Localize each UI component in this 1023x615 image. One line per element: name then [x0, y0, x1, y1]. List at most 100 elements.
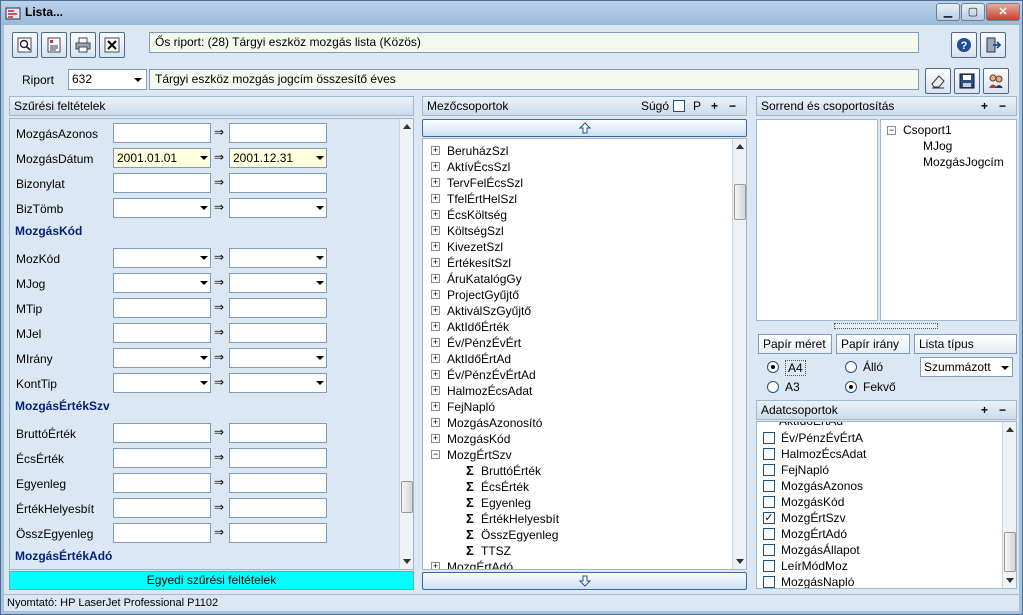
- field-group-item[interactable]: KivezetSzl: [447, 239, 503, 255]
- landscape-radio[interactable]: [845, 381, 857, 393]
- data-group-checkbox[interactable]: ✓: [763, 512, 775, 524]
- expand-icon[interactable]: +: [431, 306, 440, 315]
- expand-icon[interactable]: +: [431, 146, 440, 155]
- list-type-tab[interactable]: Lista típus: [914, 334, 1017, 354]
- filter-to-input[interactable]: [229, 373, 327, 393]
- filter-to-input[interactable]: [229, 523, 327, 543]
- save-button[interactable]: [954, 68, 980, 94]
- field-group-item[interactable]: KöltségSzl: [447, 223, 504, 239]
- filter-to-input[interactable]: [229, 323, 327, 343]
- scroll-down-icon[interactable]: [736, 559, 744, 564]
- excel-export-button[interactable]: [99, 32, 125, 58]
- expand-icon[interactable]: +: [431, 290, 440, 299]
- expand-icon[interactable]: +: [431, 258, 440, 267]
- data-group-checkbox[interactable]: [763, 560, 775, 572]
- field-group-item[interactable]: Év/PénzÉvÉrtAd: [447, 367, 536, 383]
- expand-icon[interactable]: +: [431, 354, 440, 363]
- field-groups-scroll-down-button[interactable]: [422, 572, 747, 590]
- filter-from-input[interactable]: [113, 323, 211, 343]
- exit-button[interactable]: [980, 32, 1006, 58]
- a3-radio[interactable]: [767, 381, 779, 393]
- filter-from-input[interactable]: [113, 348, 211, 368]
- filter-to-input[interactable]: [229, 123, 327, 143]
- field-group-item[interactable]: Év/PénzÉvÉrt: [447, 335, 521, 351]
- expand-icon[interactable]: +: [431, 338, 440, 347]
- filter-to-input[interactable]: 2001.12.31: [229, 148, 327, 168]
- filter-to-input[interactable]: [229, 248, 327, 268]
- field-sub-item[interactable]: ÖsszEgyenleg: [481, 527, 558, 543]
- expand-icon[interactable]: +: [431, 386, 440, 395]
- scroll-up-icon[interactable]: [736, 144, 744, 149]
- filter-to-input[interactable]: [229, 348, 327, 368]
- field-group-item[interactable]: BeruházSzl: [447, 143, 508, 159]
- field-group-item[interactable]: ÉrtékesítSzl: [447, 255, 511, 271]
- field-group-item[interactable]: FejNapló: [447, 399, 495, 415]
- group-child-mjog[interactable]: MJog: [923, 138, 952, 154]
- riport-name-field[interactable]: Tárgyi eszköz mozgás jogcím összesítő év…: [149, 69, 919, 90]
- splitter-handle[interactable]: [834, 323, 938, 329]
- scroll-up-icon[interactable]: [403, 124, 411, 129]
- scroll-down-icon[interactable]: [1006, 578, 1014, 583]
- field-tree-scrollbar[interactable]: [732, 139, 746, 569]
- expand-icon[interactable]: +: [431, 434, 440, 443]
- filter-from-input[interactable]: [113, 198, 211, 218]
- filter-to-input[interactable]: [229, 198, 327, 218]
- data-groups-scroll-thumb[interactable]: [1004, 532, 1016, 572]
- expand-icon[interactable]: +: [431, 274, 440, 283]
- field-group-item[interactable]: MozgásAzonosító: [447, 415, 542, 431]
- field-group-item[interactable]: TervFelÉcsSzl: [447, 175, 523, 191]
- filter-from-input[interactable]: [113, 173, 211, 193]
- field-group-item[interactable]: MozgÉrtAdó: [447, 559, 513, 569]
- expand-icon[interactable]: +: [431, 322, 440, 331]
- data-group-checkbox[interactable]: [763, 544, 775, 556]
- data-group-checkbox[interactable]: [763, 496, 775, 508]
- data-group-checkbox[interactable]: [763, 448, 775, 460]
- field-group-item[interactable]: AktIdőÉrtAd: [447, 351, 511, 367]
- field-sub-item[interactable]: ÉrtékHelyesbít: [481, 511, 559, 527]
- expand-icon[interactable]: +: [431, 178, 440, 187]
- field-sub-item[interactable]: Egyenleg: [481, 495, 531, 511]
- field-group-item[interactable]: TfelÉrtHelSzl: [447, 191, 517, 207]
- filter-from-input[interactable]: [113, 373, 211, 393]
- paper-size-tab[interactable]: Papír méret: [758, 334, 832, 354]
- data-group-checkbox[interactable]: [763, 480, 775, 492]
- expand-icon[interactable]: +: [431, 402, 440, 411]
- field-tree-scroll-thumb[interactable]: [734, 184, 746, 220]
- search-button[interactable]: [12, 32, 38, 58]
- riport-code-combo[interactable]: 632: [68, 69, 147, 90]
- group-child-mozgasjogcim[interactable]: MozgásJogcím: [923, 154, 1004, 170]
- field-sub-item[interactable]: BruttóÉrték: [481, 463, 541, 479]
- group-root[interactable]: Csoport1: [903, 122, 952, 138]
- minimize-button[interactable]: ▁: [936, 3, 960, 21]
- filter-from-input[interactable]: [113, 298, 211, 318]
- filter-from-input[interactable]: [113, 498, 211, 518]
- users-button[interactable]: [983, 68, 1009, 94]
- field-group-item[interactable]: ÉcsKöltség: [447, 207, 507, 223]
- expand-icon[interactable]: +: [431, 242, 440, 251]
- filter-scrollbar[interactable]: [399, 119, 413, 569]
- expand-icon[interactable]: +: [431, 226, 440, 235]
- filter-to-input[interactable]: [229, 473, 327, 493]
- field-group-item[interactable]: ProjectGyűjtő: [447, 287, 519, 303]
- field-group-item[interactable]: AktIdőÉrték: [447, 319, 509, 335]
- filter-from-input[interactable]: [113, 123, 211, 143]
- field-sub-item[interactable]: ÉcsÉrték: [481, 479, 529, 495]
- filter-from-input[interactable]: 2001.01.01: [113, 148, 211, 168]
- collapse-icon[interactable]: −: [431, 450, 440, 459]
- field-group-item[interactable]: ÁruKatalógGy: [447, 271, 522, 287]
- expand-icon[interactable]: +: [431, 194, 440, 203]
- data-group-checkbox[interactable]: [763, 576, 775, 588]
- filter-from-input[interactable]: [113, 523, 211, 543]
- filter-from-input[interactable]: [113, 273, 211, 293]
- field-group-item[interactable]: MozgÉrtSzv: [447, 447, 512, 463]
- expand-icon[interactable]: +: [431, 418, 440, 427]
- scroll-up-icon[interactable]: [1006, 427, 1014, 432]
- data-group-checkbox[interactable]: [763, 432, 775, 444]
- plus-icon[interactable]: +: [981, 401, 988, 419]
- field-group-item[interactable]: AktívÉcsSzl: [447, 159, 510, 175]
- sort-list[interactable]: [756, 119, 878, 321]
- help-button[interactable]: ?: [951, 32, 977, 58]
- print-button[interactable]: [70, 32, 96, 58]
- report-button[interactable]: [41, 32, 67, 58]
- collapse-icon[interactable]: −: [887, 126, 896, 135]
